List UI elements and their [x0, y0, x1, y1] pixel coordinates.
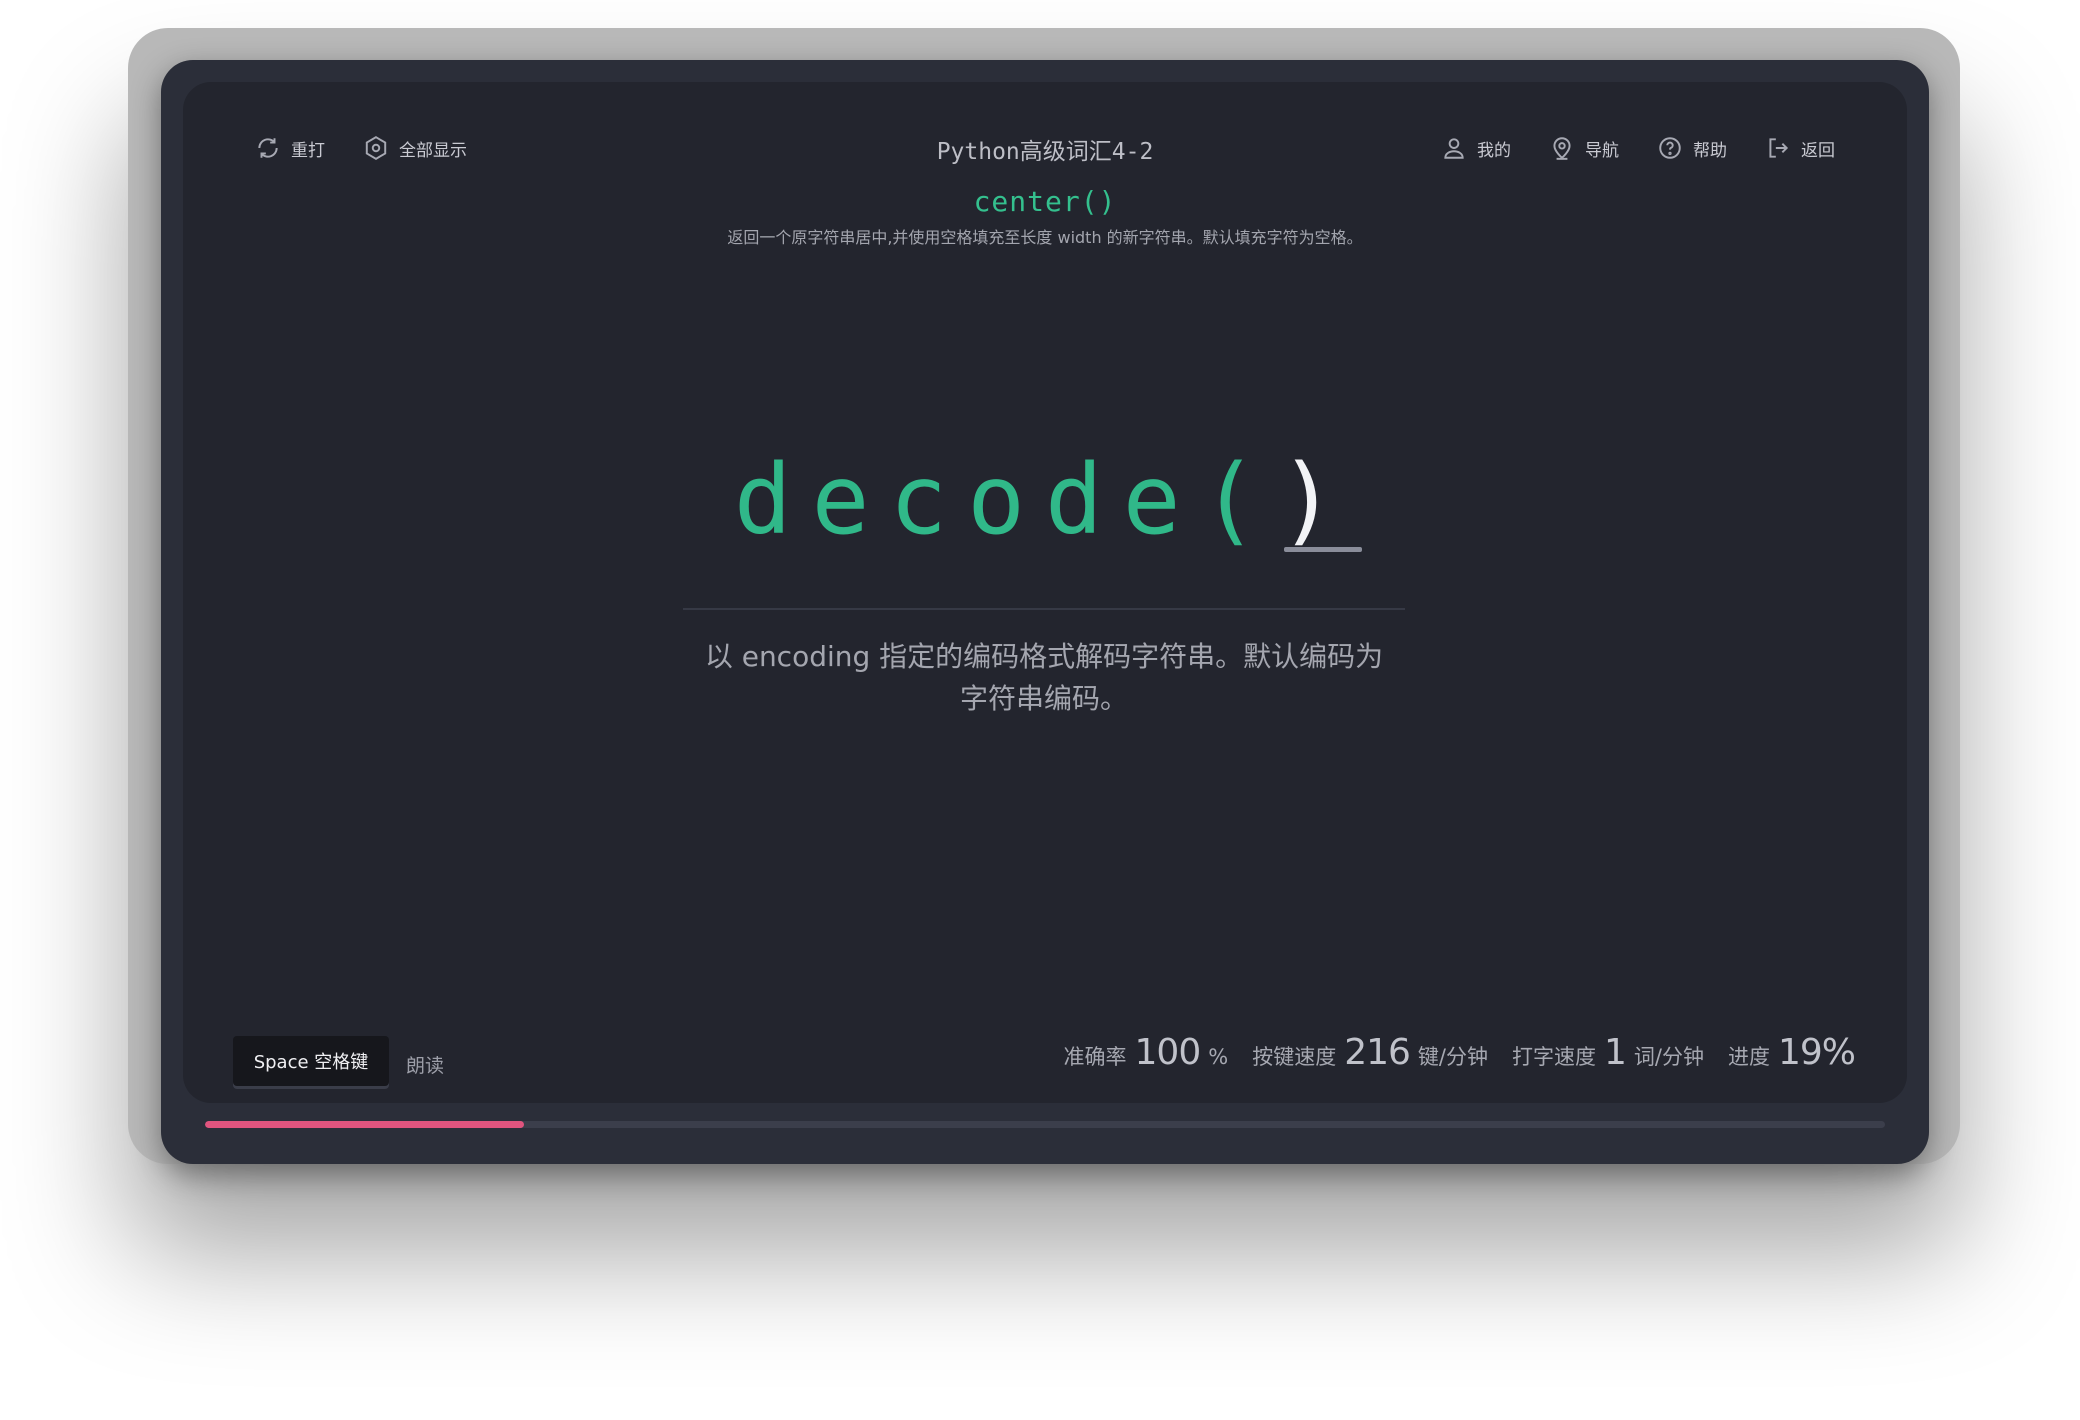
previous-word: center()	[973, 185, 1117, 218]
key-speed-value: 216	[1344, 1032, 1411, 1073]
word-speed-unit: 词/分钟	[1633, 1045, 1704, 1069]
accuracy-label: 准确率	[1063, 1045, 1127, 1069]
key-speed-label: 按键速度	[1252, 1045, 1337, 1069]
key-speed-unit: 键/分钟	[1417, 1045, 1488, 1069]
toolbar-right: 我的 导航 帮助 返回	[1441, 135, 1835, 161]
word-speed-value: 1	[1604, 1032, 1627, 1073]
accuracy-unit: %	[1208, 1045, 1229, 1069]
word-speed-label: 打字速度	[1512, 1045, 1596, 1069]
progress-value: 19%	[1777, 1032, 1856, 1073]
progress-bar	[205, 1121, 1885, 1128]
help-button[interactable]: 帮助	[1657, 135, 1727, 161]
progress-bar-fill	[205, 1121, 525, 1128]
help-icon	[1659, 137, 1681, 159]
accuracy-stat: 准确率 100 %	[1064, 1032, 1229, 1073]
help-label: 帮助	[1693, 140, 1727, 161]
location-icon	[1553, 137, 1571, 160]
word-speed-stat: 打字速度 1 词/分钟	[1512, 1032, 1704, 1073]
previous-definition: 返回一个原字符串居中,并使用空格填充至长度 width 的新字符串。默认填充字符…	[727, 228, 1363, 247]
app-window: 重打 全部显示 Python高级词汇4-2 我的 导航 帮助 返回 center…	[161, 60, 1929, 1164]
accuracy-value: 100	[1134, 1032, 1202, 1073]
progress-stat: 进度 19%	[1727, 1032, 1856, 1073]
key-speed-stat: 按键速度 216 键/分钟	[1252, 1032, 1488, 1073]
user-icon	[1444, 138, 1464, 159]
read-aloud-button[interactable]: 朗读	[406, 1051, 444, 1078]
progress-label: 进度	[1727, 1045, 1770, 1069]
current-letter: )	[1278, 444, 1362, 556]
space-key-hint[interactable]: Space 空格键	[233, 1036, 389, 1086]
typing-screen: 重打 全部显示 Python高级词汇4-2 我的 导航 帮助 返回 center…	[183, 82, 1907, 1103]
current-word: decode()	[183, 444, 1907, 574]
back-button[interactable]: 返回	[1765, 135, 1835, 161]
word-divider	[683, 608, 1405, 610]
navigation-button[interactable]: 导航	[1549, 135, 1619, 161]
exit-icon	[1769, 138, 1789, 158]
navigation-label: 导航	[1585, 140, 1619, 161]
current-definition: 以 encoding 指定的编码格式解码字符串。默认编码为字符串编码。	[704, 640, 1384, 715]
mine-button[interactable]: 我的	[1441, 135, 1511, 161]
back-label: 返回	[1801, 140, 1835, 161]
typed-letters: decode(	[733, 444, 1279, 556]
stats-bar: 准确率 100 % 按键速度 216 键/分钟 打字速度 1 词/分钟 进度 1…	[1064, 1032, 1856, 1073]
mine-label: 我的	[1477, 140, 1511, 161]
